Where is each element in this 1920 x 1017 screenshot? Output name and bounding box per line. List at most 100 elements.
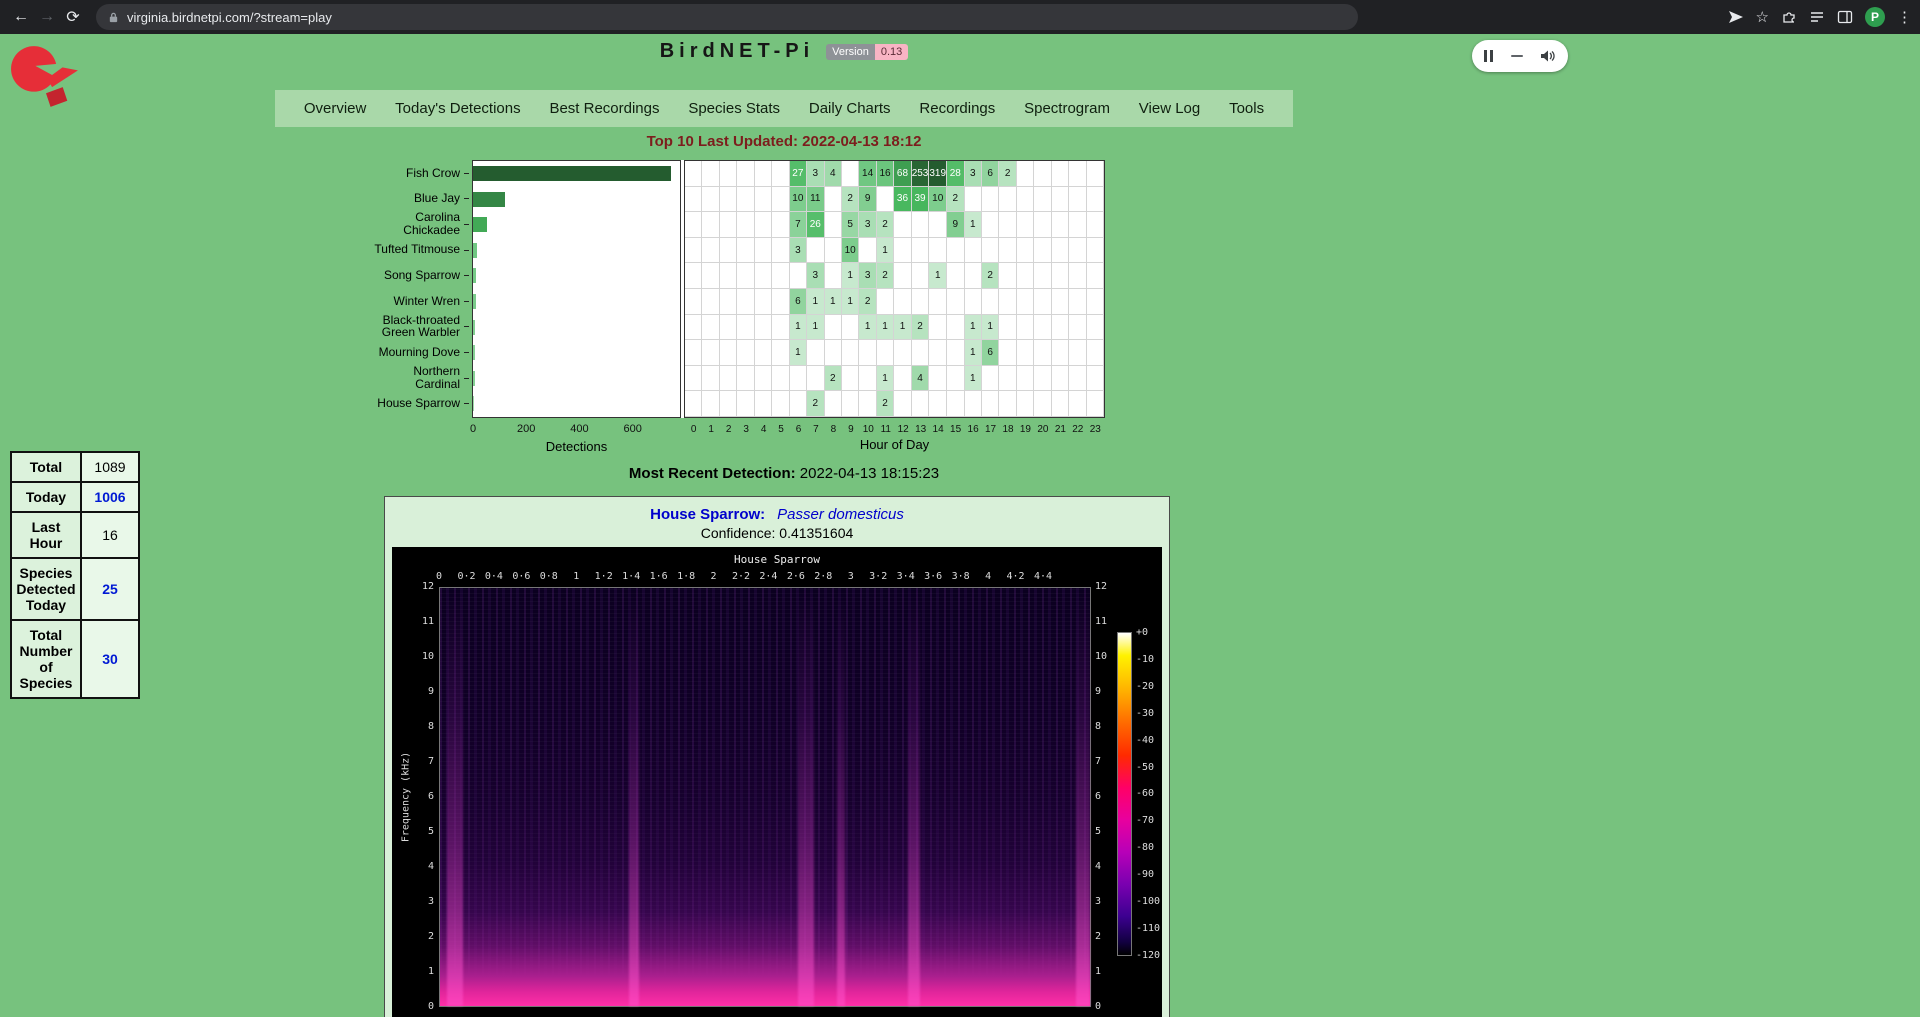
heatmap-cell bbox=[720, 187, 737, 213]
bar-axis-label: Detections bbox=[472, 439, 681, 454]
nav-item-daily-charts[interactable]: Daily Charts bbox=[809, 100, 891, 117]
stat-value[interactable]: 30 bbox=[81, 620, 139, 698]
bar-row bbox=[473, 212, 680, 238]
heatmap-cell bbox=[685, 161, 702, 187]
heatmap-cell: 10 bbox=[842, 238, 859, 264]
heatmap-cell: 1 bbox=[790, 315, 807, 341]
heatmap-cell bbox=[982, 187, 999, 213]
heatmap-cell bbox=[1034, 161, 1051, 187]
hour-axis-tick: 10 bbox=[863, 424, 874, 435]
detection-common-name[interactable]: House Sparrow: bbox=[650, 506, 765, 523]
heatmap-cell bbox=[755, 187, 772, 213]
heatmap-cell bbox=[1034, 315, 1051, 341]
browser-forward-button[interactable]: → bbox=[34, 8, 60, 26]
heatmap-cell: 2 bbox=[947, 187, 964, 213]
heatmap-cell bbox=[1034, 187, 1051, 213]
hour-axis-tick: 4 bbox=[761, 424, 767, 435]
seek-bar[interactable] bbox=[1511, 55, 1523, 57]
heatmap-cell: 2 bbox=[982, 263, 999, 289]
spectrogram-freq-tick: 3 bbox=[406, 896, 434, 907]
reading-list-icon[interactable] bbox=[1809, 9, 1825, 25]
heatmap-cell bbox=[737, 212, 754, 238]
hour-axis-tick: 21 bbox=[1055, 424, 1066, 435]
heatmap-cell: 1 bbox=[842, 263, 859, 289]
hour-axis-tick: 3 bbox=[743, 424, 749, 435]
heatmap-cell bbox=[999, 315, 1016, 341]
url-bar[interactable]: virginia.birdnetpi.com/?stream=play bbox=[96, 4, 1358, 30]
heatmap-cell bbox=[702, 263, 719, 289]
heatmap-cell bbox=[720, 366, 737, 392]
hour-axis-tick: 20 bbox=[1037, 424, 1048, 435]
heatmap-cell bbox=[894, 366, 911, 392]
species-label: Fish Crow bbox=[302, 160, 460, 186]
nav-item-best-recordings[interactable]: Best Recordings bbox=[549, 100, 659, 117]
spectrogram-time-tick: 0·6 bbox=[512, 571, 530, 582]
version-label: Version bbox=[826, 44, 875, 60]
nav-item-view-log[interactable]: View Log bbox=[1139, 100, 1200, 117]
spectrogram-freq-tick: 8 bbox=[1095, 721, 1101, 732]
heatmap-cell bbox=[965, 391, 982, 417]
spectrogram-freq-tick: 9 bbox=[1095, 686, 1101, 697]
heatmap-cell bbox=[842, 366, 859, 392]
heatmap-cell: 2 bbox=[877, 212, 894, 238]
spectrogram-freq-tick: 6 bbox=[1095, 791, 1101, 802]
extensions-icon[interactable] bbox=[1781, 9, 1797, 25]
heatmap-cell bbox=[1087, 366, 1104, 392]
heatmap-cell bbox=[720, 289, 737, 315]
spectrogram-time-tick: 3·4 bbox=[897, 571, 915, 582]
browser-reload-button[interactable]: ⟳ bbox=[60, 7, 86, 27]
heatmap-cell bbox=[877, 187, 894, 213]
share-icon[interactable] bbox=[1728, 9, 1744, 25]
heatmap-cell: 5 bbox=[842, 212, 859, 238]
bar bbox=[473, 371, 475, 386]
spectrogram-time-tick: 3 bbox=[848, 571, 854, 582]
hour-axis-tick: 17 bbox=[985, 424, 996, 435]
heatmap-cell bbox=[720, 340, 737, 366]
bar bbox=[473, 166, 671, 181]
spectrogram-time-tick: 2·4 bbox=[759, 571, 777, 582]
hour-axis-tick: 5 bbox=[778, 424, 784, 435]
heatmap-cell bbox=[982, 238, 999, 264]
stats-row: Total Number of Species30 bbox=[11, 620, 139, 698]
heatmap-cell bbox=[1069, 161, 1086, 187]
lock-icon[interactable] bbox=[108, 12, 119, 23]
heatmap-cell bbox=[1069, 238, 1086, 264]
nav-item-spectrogram[interactable]: Spectrogram bbox=[1024, 100, 1110, 117]
stat-value[interactable]: 1006 bbox=[81, 482, 139, 512]
colorbar-db-tick: -90 bbox=[1136, 869, 1154, 880]
detection-scientific-name[interactable]: Passer domesticus bbox=[777, 506, 904, 523]
nav-item-tools[interactable]: Tools bbox=[1229, 100, 1264, 117]
spectrogram-freq-tick: 2 bbox=[406, 931, 434, 942]
heatmap-cell bbox=[790, 366, 807, 392]
heatmap-cell bbox=[1052, 161, 1069, 187]
heatmap-cell: 6 bbox=[790, 289, 807, 315]
spectrogram-freq-tick: 7 bbox=[1095, 756, 1101, 767]
stat-value[interactable]: 25 bbox=[81, 558, 139, 620]
heatmap-cell: 2 bbox=[999, 161, 1016, 187]
heatmap-cell bbox=[842, 161, 859, 187]
nav-item-species-stats[interactable]: Species Stats bbox=[688, 100, 780, 117]
volume-button[interactable] bbox=[1540, 49, 1556, 63]
side-panel-icon[interactable] bbox=[1837, 9, 1853, 25]
nav-item-overview[interactable]: Overview bbox=[304, 100, 367, 117]
colorbar-db-tick: -80 bbox=[1136, 842, 1154, 853]
pause-button[interactable] bbox=[1484, 50, 1493, 62]
heatmap-cell bbox=[685, 391, 702, 417]
heatmap-cell bbox=[1034, 263, 1051, 289]
heatmap-cell bbox=[685, 238, 702, 264]
heatmap-cell bbox=[790, 391, 807, 417]
hour-axis-tick: 7 bbox=[813, 424, 819, 435]
nav-item-today-s-detections[interactable]: Today's Detections bbox=[395, 100, 520, 117]
hour-axis-tick: 13 bbox=[915, 424, 926, 435]
nav-item-recordings[interactable]: Recordings bbox=[919, 100, 995, 117]
profile-avatar[interactable]: P bbox=[1865, 7, 1885, 27]
hour-axis-tick: 1 bbox=[708, 424, 714, 435]
spectrogram-image[interactable]: House Sparrow Frequency (kHz) 00·20·40·6… bbox=[392, 547, 1162, 1017]
browser-back-button[interactable]: ← bbox=[8, 8, 34, 26]
bookmark-star-icon[interactable]: ☆ bbox=[1756, 10, 1769, 25]
heatmap-cell: 1 bbox=[965, 315, 982, 341]
colorbar-db-tick: -10 bbox=[1136, 654, 1154, 665]
species-label: NorthernCardinal bbox=[302, 365, 460, 391]
menu-icon[interactable]: ⋮ bbox=[1897, 10, 1912, 25]
heatmap-cell bbox=[737, 187, 754, 213]
